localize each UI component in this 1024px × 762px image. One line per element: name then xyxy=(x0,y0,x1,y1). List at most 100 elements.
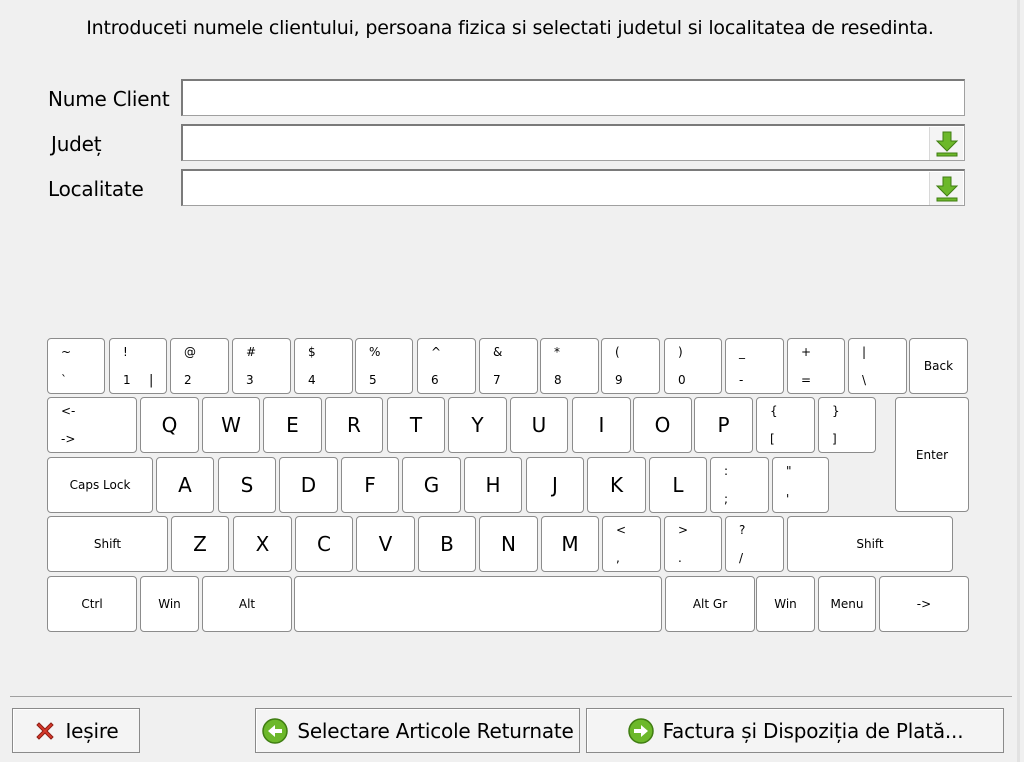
key-base-symbol: / xyxy=(739,551,744,565)
key-win[interactable]: Win xyxy=(140,576,199,632)
key-shift-symbol: | xyxy=(862,345,867,359)
key-d[interactable]: D xyxy=(279,457,338,513)
key-label: W xyxy=(221,413,241,437)
key-w[interactable]: W xyxy=(202,397,260,453)
key-label: Back xyxy=(923,359,954,373)
key-base-symbol: 4 xyxy=(308,373,316,387)
key-enter[interactable]: Enter xyxy=(895,397,969,512)
key-symbol[interactable]: & 7 xyxy=(479,338,538,394)
key-b[interactable]: B xyxy=(418,516,476,572)
key-symbol[interactable]: >. xyxy=(664,516,722,572)
key-label: T xyxy=(409,413,423,437)
key-shift-symbol: ( xyxy=(615,345,620,359)
key-a[interactable]: A xyxy=(156,457,214,513)
red-x-icon xyxy=(33,719,57,743)
key-p[interactable]: P xyxy=(694,397,753,453)
judet-select[interactable] xyxy=(181,124,965,161)
key-shift-symbol: + xyxy=(801,345,812,359)
key-f[interactable]: F xyxy=(341,457,399,513)
key-label: Alt Gr xyxy=(692,597,728,611)
key-g[interactable]: G xyxy=(402,457,461,513)
key-o[interactable]: O xyxy=(633,397,692,453)
key-symbol[interactable]: + = xyxy=(787,338,845,394)
key-symbol[interactable]: ~ ` xyxy=(47,338,105,394)
key-shift[interactable]: Shift xyxy=(787,516,953,572)
key-base-symbol: 1 xyxy=(123,373,131,387)
key-symbol[interactable]: ) 0 xyxy=(664,338,722,394)
key-h[interactable]: H xyxy=(464,457,522,513)
key-menu[interactable]: Menu xyxy=(818,576,876,632)
key-symbol[interactable]: :; xyxy=(710,457,769,513)
key-symbol[interactable]: <, xyxy=(602,516,661,572)
key-y[interactable]: Y xyxy=(448,397,507,453)
key-label: L xyxy=(672,473,684,497)
key-shift[interactable]: Shift xyxy=(47,516,168,572)
select-returned-items-button[interactable]: Selectare Articole Returnate xyxy=(255,708,580,753)
key-shift-symbol: <- xyxy=(61,404,76,418)
key-x[interactable]: X xyxy=(233,516,292,572)
key-alt[interactable]: Alt xyxy=(202,576,292,632)
key-space[interactable] xyxy=(294,576,662,632)
invoice-payment-button[interactable]: Factura și Dispoziția de Plată... xyxy=(586,708,1004,753)
key-symbol[interactable]: {[ xyxy=(756,397,815,453)
key-shift-symbol: : xyxy=(724,464,729,478)
key-symbol[interactable]: ! 1 | xyxy=(109,338,167,394)
key-win[interactable]: Win xyxy=(756,576,815,632)
judet-dropdown-button[interactable] xyxy=(929,127,963,160)
key-symbol[interactable]: % 5 xyxy=(355,338,413,394)
key-l[interactable]: L xyxy=(649,457,707,513)
key-j[interactable]: J xyxy=(526,457,584,513)
key-base-symbol: 0 xyxy=(678,373,686,387)
key-symbol[interactable]: ? / xyxy=(725,516,784,572)
key-symbol[interactable]: $4 xyxy=(294,338,353,394)
key-label: -> xyxy=(916,597,932,611)
key-u[interactable]: U xyxy=(510,397,568,453)
key-ctrl[interactable]: Ctrl xyxy=(47,576,137,632)
key-m[interactable]: M xyxy=(541,516,599,572)
key-symbol[interactable]: * 8 xyxy=(540,338,599,394)
key-e[interactable]: E xyxy=(263,397,322,453)
key-base-symbol: . xyxy=(678,551,682,565)
key-shift-symbol: ? xyxy=(739,523,746,537)
localitate-select[interactable] xyxy=(181,169,965,206)
key-symbol[interactable]: " ' xyxy=(772,457,829,513)
key-symbol[interactable]: ^ 6 xyxy=(417,338,476,394)
key-label: Alt xyxy=(238,597,256,611)
key-symbol[interactable]: #3 xyxy=(232,338,291,394)
key-alt-gr[interactable]: Alt Gr xyxy=(665,576,755,632)
key-base-symbol: ; xyxy=(724,492,729,506)
green-forward-arrow-icon xyxy=(627,717,655,745)
key-t[interactable]: T xyxy=(387,397,445,453)
key-r[interactable]: R xyxy=(325,397,383,453)
localitate-dropdown-button[interactable] xyxy=(929,172,963,205)
key-caps-lock[interactable]: Caps Lock xyxy=(47,457,153,513)
exit-button[interactable]: Ieșire xyxy=(12,708,140,753)
instruction-text: Introduceti numele clientului, persoana … xyxy=(86,17,934,39)
key-c[interactable]: C xyxy=(295,516,353,572)
key-z[interactable]: Z xyxy=(171,516,229,572)
key-symbol[interactable]: (9 xyxy=(601,338,660,394)
key-symbol[interactable]: @2 xyxy=(170,338,229,394)
key-label: B xyxy=(440,532,454,556)
window: Introduceti numele clientului, persoana … xyxy=(0,0,1020,762)
key-back[interactable]: Back xyxy=(909,338,968,394)
key-shift-symbol: < xyxy=(616,523,627,537)
key-shift-symbol: > xyxy=(678,523,689,537)
judet-label: Județ xyxy=(51,132,102,156)
key-symbol[interactable]: _ - xyxy=(725,338,784,394)
key-i[interactable]: I xyxy=(572,397,631,453)
nume-client-input[interactable] xyxy=(181,79,965,116)
key-symbol[interactable]: }] xyxy=(818,397,876,453)
key-q[interactable]: Q xyxy=(140,397,199,453)
key-label: U xyxy=(531,413,547,437)
key-v[interactable]: V xyxy=(356,516,415,572)
key-shift-symbol: { xyxy=(770,404,778,418)
key-arrow-right[interactable]: -> xyxy=(879,576,969,632)
key-s[interactable]: S xyxy=(218,457,276,513)
key-n[interactable]: N xyxy=(479,516,538,572)
key-symbol[interactable]: <- -> xyxy=(47,397,137,453)
key-k[interactable]: K xyxy=(587,457,646,513)
key-label: Shift xyxy=(856,537,884,551)
key-label: F xyxy=(364,473,376,497)
key-symbol[interactable]: | \ xyxy=(848,338,907,394)
